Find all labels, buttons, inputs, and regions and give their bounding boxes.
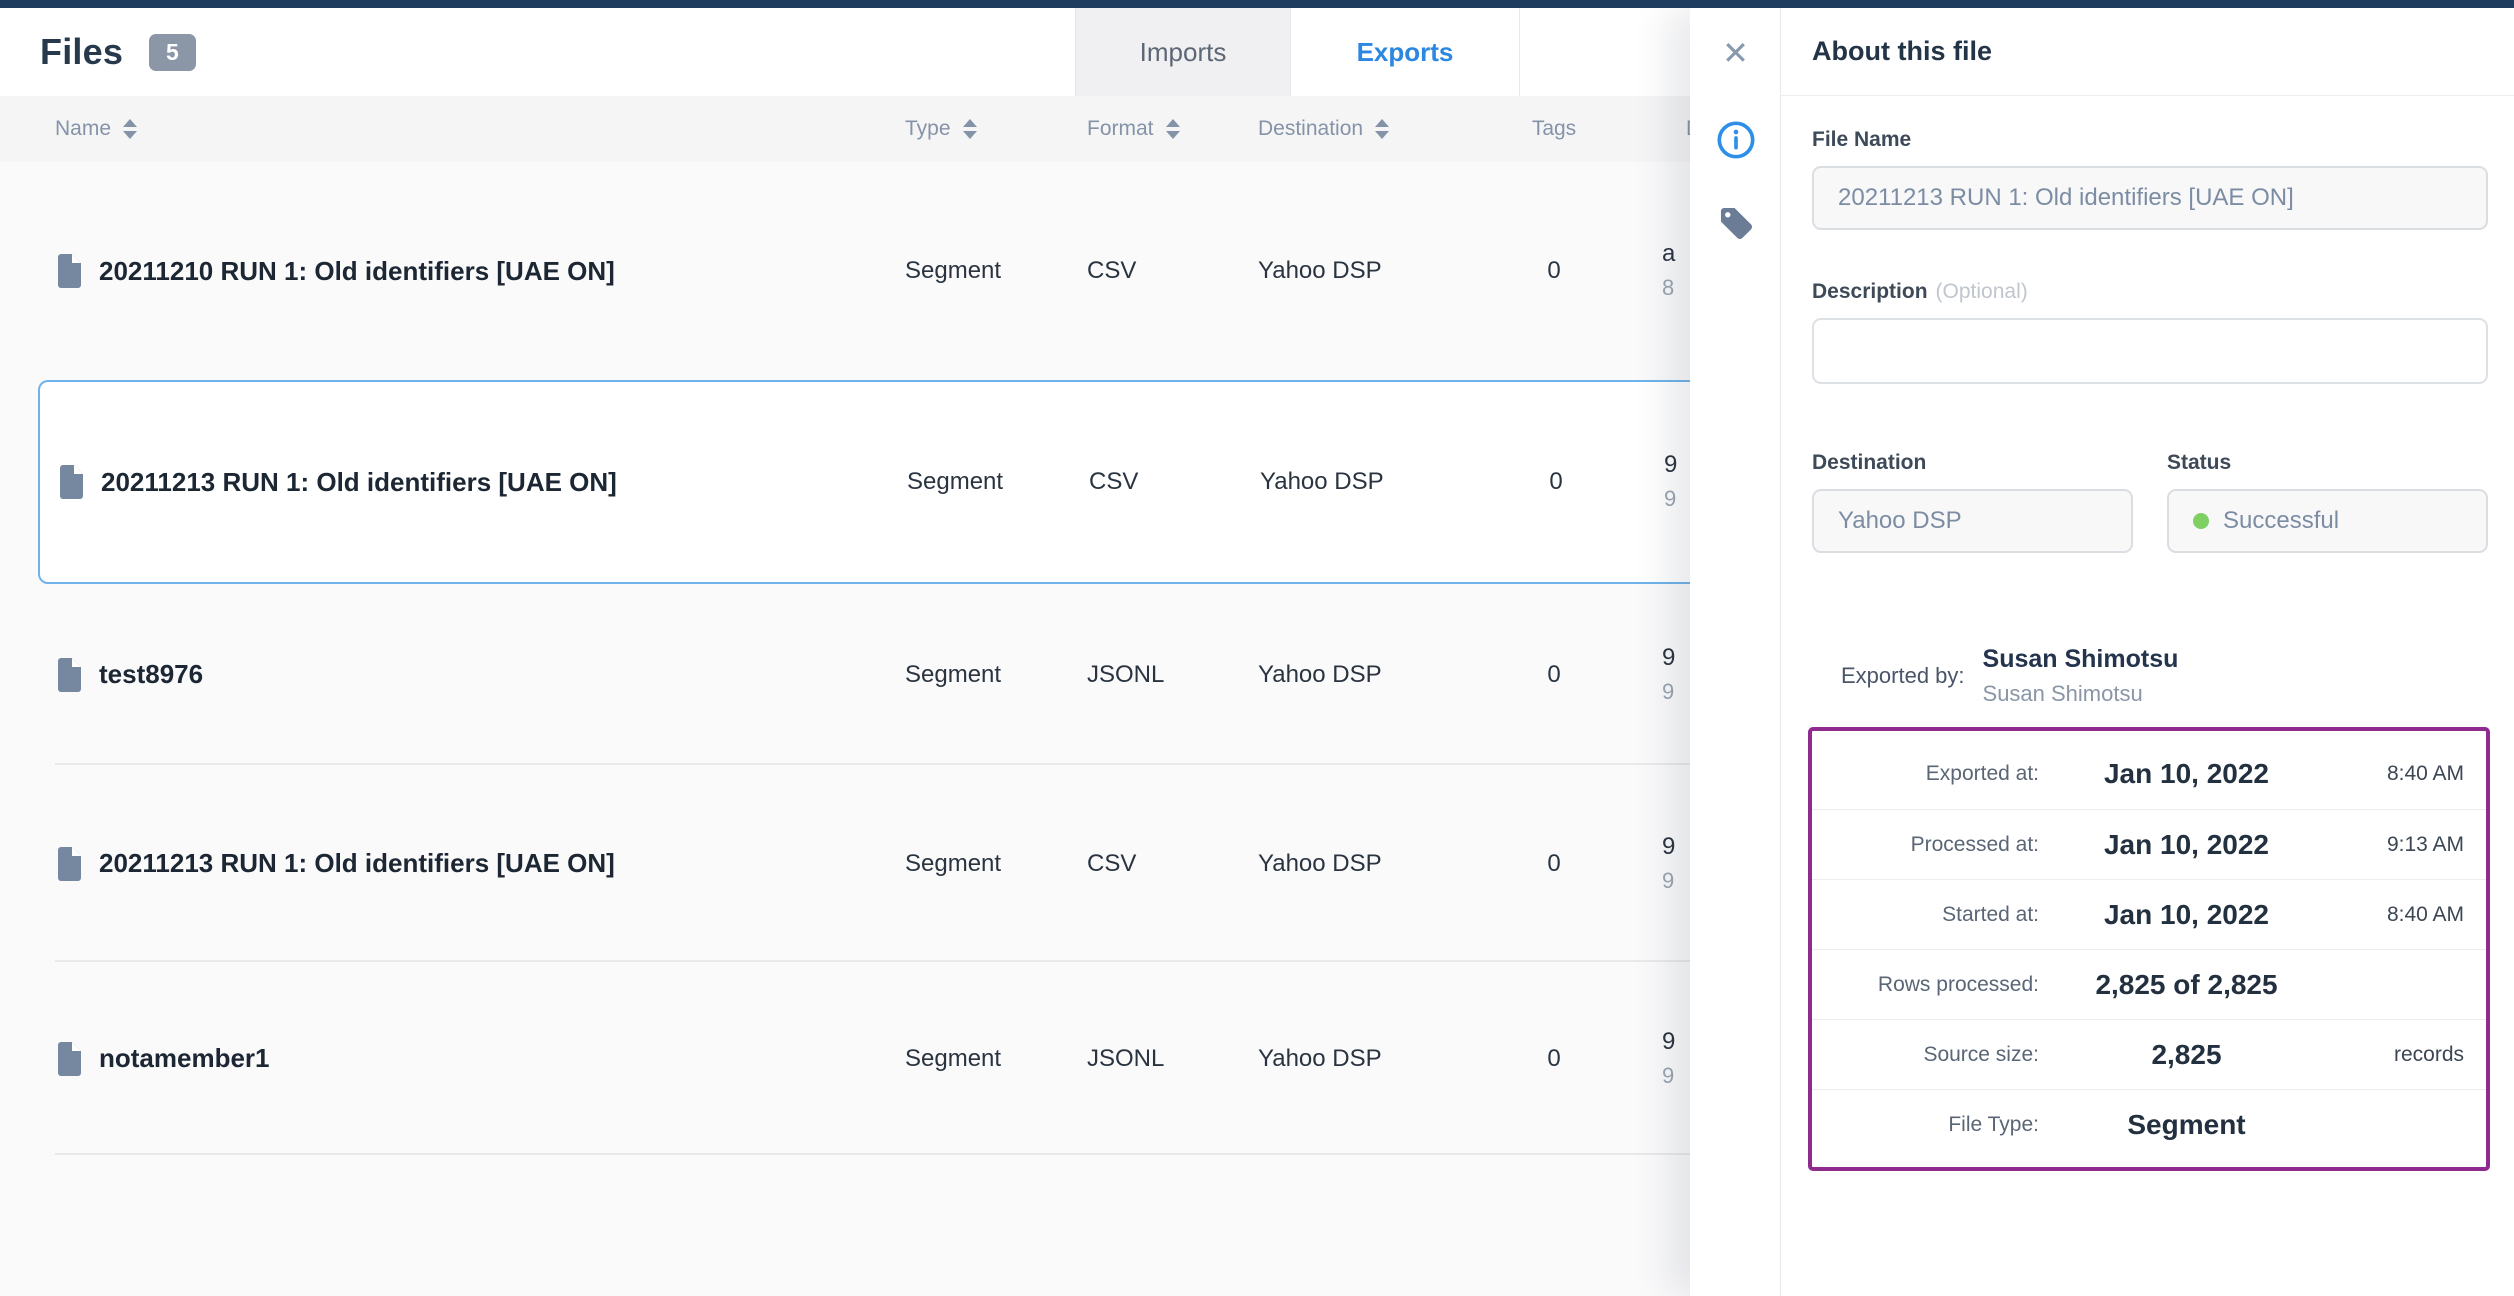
sort-icon — [1375, 119, 1389, 139]
tab-imports[interactable]: Imports — [1075, 8, 1290, 96]
format-cell: CSV — [1087, 850, 1258, 878]
file-name-label: File Name — [1812, 128, 2488, 152]
exported-by-block: Exported by: Susan Shimotsu Susan Shimot… — [1812, 641, 2488, 711]
tags-cell: 0 — [1529, 661, 1579, 689]
destination-label: Destination — [1812, 451, 2133, 475]
destination-cell: Yahoo DSP — [1258, 257, 1529, 285]
optional-hint: (Optional) — [1936, 280, 2028, 303]
close-icon[interactable]: ✕ — [1690, 28, 1781, 78]
type-cell: Segment — [907, 468, 1089, 496]
files-count-badge: 5 — [149, 34, 196, 71]
tags-cell: 0 — [1529, 850, 1579, 878]
tags-cell: 0 — [1529, 257, 1579, 285]
format-cell: CSV — [1087, 257, 1258, 285]
file-icon — [55, 253, 83, 289]
destination-cell: Yahoo DSP — [1258, 661, 1529, 689]
file-name-text: 20211210 RUN 1: Old identifiers [UAE ON] — [99, 256, 615, 287]
file-icon — [57, 464, 85, 500]
type-cell: Segment — [905, 850, 1087, 878]
destination-cell: Yahoo DSP — [1258, 1045, 1529, 1073]
file-icon — [55, 1041, 83, 1077]
column-header-format[interactable]: Format — [1087, 117, 1258, 141]
exported-by-name: Susan Shimotsu — [1983, 641, 2179, 677]
destination-cell: Yahoo DSP — [1258, 850, 1529, 878]
tag-icon[interactable] — [1690, 204, 1781, 242]
file-name-input[interactable]: 20211213 RUN 1: Old identifiers [UAE ON] — [1812, 166, 2488, 230]
file-details-highlighted-box: Exported at: Jan 10, 2022 8:40 AM Proces… — [1808, 727, 2490, 1171]
detail-row-source-size: Source size: 2,825 records — [1812, 1019, 2486, 1089]
status-label: Status — [2167, 451, 2488, 475]
detail-row-exported-at: Exported at: Jan 10, 2022 8:40 AM — [1812, 739, 2486, 809]
description-textarea[interactable] — [1812, 318, 2488, 384]
file-name-text: 20211213 RUN 1: Old identifiers [UAE ON] — [101, 467, 617, 498]
panel-content: About this file File Name 20211213 RUN 1… — [1781, 8, 2514, 1296]
detail-row-processed-at: Processed at: Jan 10, 2022 9:13 AM — [1812, 809, 2486, 879]
panel-title: About this file — [1812, 36, 1992, 67]
format-cell: JSONL — [1087, 661, 1258, 689]
exported-by-subtitle: Susan Shimotsu — [1983, 677, 2179, 711]
sort-icon — [1166, 119, 1180, 139]
info-icon[interactable] — [1690, 120, 1781, 160]
file-name-text: 20211213 RUN 1: Old identifiers [UAE ON] — [99, 848, 615, 879]
type-cell: Segment — [905, 1045, 1087, 1073]
about-file-panel: ✕ About this file File Name 20211213 RUN… — [1690, 8, 2514, 1296]
destination-input[interactable]: Yahoo DSP — [1812, 489, 2133, 553]
column-header-tags: Tags — [1529, 117, 1579, 141]
tags-cell: 0 — [1529, 1045, 1579, 1073]
imports-exports-tabs: Imports Exports — [1075, 8, 1520, 96]
column-header-type[interactable]: Type — [905, 117, 1087, 141]
column-header-name[interactable]: Name — [55, 117, 905, 141]
detail-row-rows-processed: Rows processed: 2,825 of 2,825 — [1812, 949, 2486, 1019]
page-title: Files — [40, 31, 123, 73]
file-icon — [55, 657, 83, 693]
exported-by-label: Exported by: — [1841, 663, 1965, 689]
format-cell: CSV — [1089, 468, 1260, 496]
tab-exports[interactable]: Exports — [1290, 8, 1520, 96]
panel-rail: ✕ — [1690, 8, 1781, 1296]
type-cell: Segment — [905, 661, 1087, 689]
type-cell: Segment — [905, 257, 1087, 285]
top-navy-bar — [0, 0, 2514, 8]
description-label: Description(Optional) — [1812, 280, 2488, 304]
status-value: Successful — [2223, 507, 2339, 535]
detail-row-file-type: File Type: Segment — [1812, 1089, 2486, 1159]
format-cell: JSONL — [1087, 1045, 1258, 1073]
status-field[interactable]: Successful — [2167, 489, 2488, 553]
tags-cell: 0 — [1531, 468, 1581, 496]
file-name-text: notamember1 — [99, 1043, 270, 1074]
column-header-destination[interactable]: Destination — [1258, 117, 1529, 141]
sort-icon — [123, 119, 137, 139]
file-icon — [55, 846, 83, 882]
sort-icon — [963, 119, 977, 139]
status-success-dot — [2193, 513, 2209, 529]
file-name-text: test8976 — [99, 659, 203, 690]
destination-cell: Yahoo DSP — [1260, 468, 1531, 496]
detail-row-started-at: Started at: Jan 10, 2022 8:40 AM — [1812, 879, 2486, 949]
